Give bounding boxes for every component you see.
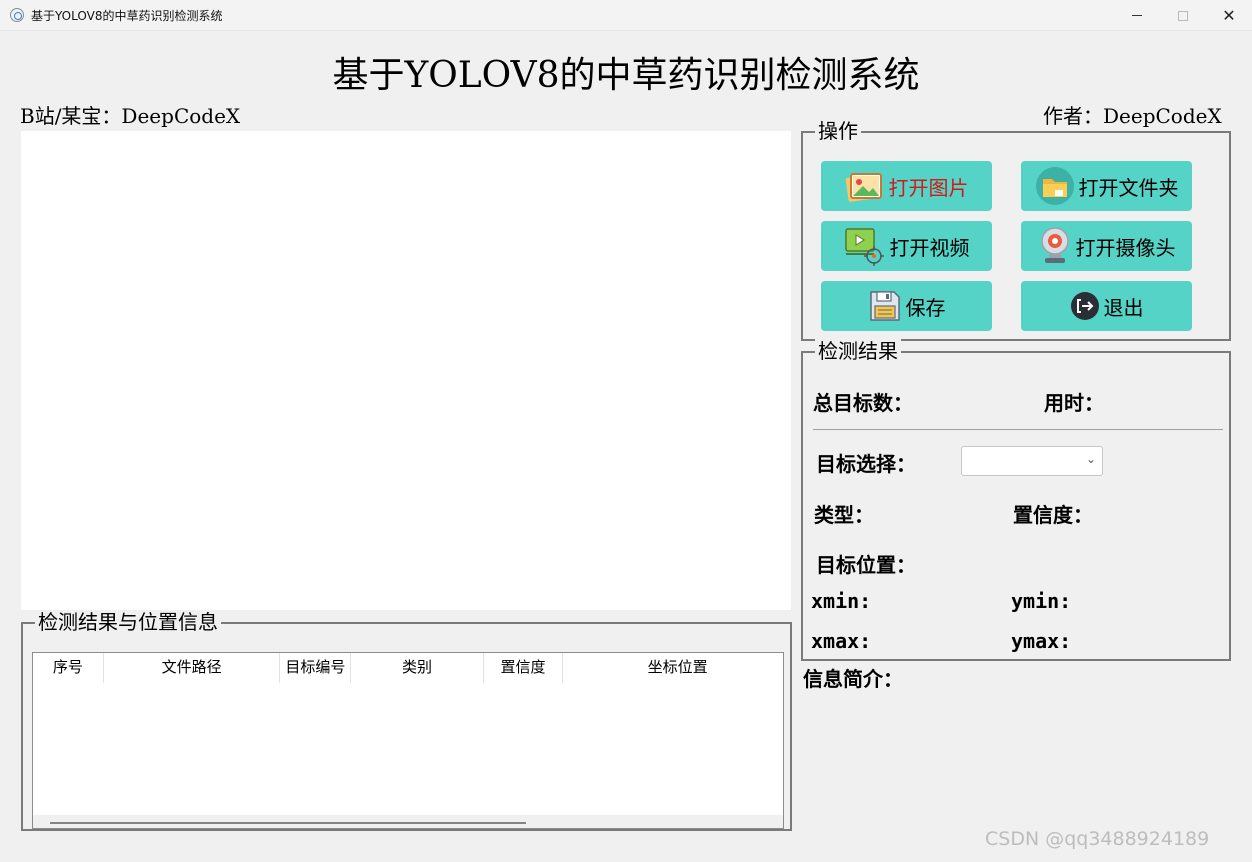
window-titlebar: 基于YOLOV8的中草药识别检测系统 ✕ <box>0 0 1252 31</box>
time-label: 用时： <box>1044 391 1104 415</box>
results-panel-title: 检测结果与位置信息 <box>35 610 221 634</box>
close-icon: ✕ <box>1222 6 1236 25</box>
maximize-icon <box>1178 10 1188 21</box>
author-info: 作者：DeepCodeX <box>1043 104 1222 128</box>
image-display-area <box>21 131 791 610</box>
maximize-button[interactable] <box>1160 0 1206 31</box>
open-video-label: 打开视频 <box>889 235 970 260</box>
save-icon <box>869 291 900 321</box>
save-label: 保存 <box>905 295 946 320</box>
target-select-label: 目标选择： <box>816 452 916 476</box>
ymax-label: ymax: <box>1011 629 1072 653</box>
detection-results-panel: 检测结果 总目标数： 用时： 目标选择： ⌄ 类型： 置信度： 目标位置： xm… <box>801 339 1231 661</box>
position-label: 目标位置： <box>816 553 916 577</box>
column-header-class[interactable]: 类别 <box>351 653 484 683</box>
column-header-index[interactable]: 序号 <box>33 653 104 683</box>
column-header-target-id[interactable]: 目标编号 <box>280 653 352 683</box>
open-video-button[interactable]: 打开视频 <box>821 221 992 271</box>
results-table[interactable]: 序号 文件路径 目标编号 类别 置信度 坐标位置 <box>32 652 784 829</box>
exit-icon <box>1070 292 1099 320</box>
camera-icon <box>1040 227 1069 263</box>
total-targets-label: 总目标数： <box>813 391 913 415</box>
results-position-panel: 检测结果与位置信息 序号 文件路径 目标编号 类别 置信度 坐标位置 <box>21 610 792 831</box>
horizontal-scrollbar[interactable] <box>33 815 783 828</box>
app-icon <box>10 8 24 22</box>
video-icon <box>844 228 884 266</box>
operations-panel-title: 操作 <box>815 119 861 143</box>
open-image-button[interactable]: 打开图片 <box>821 161 992 211</box>
exit-button[interactable]: 退出 <box>1021 281 1192 331</box>
minimize-button[interactable] <box>1114 0 1160 31</box>
xmin-label: xmin: <box>811 589 872 613</box>
type-label: 类型： <box>814 503 874 527</box>
info-summary-label: 信息简介： <box>803 667 903 691</box>
image-icon <box>845 173 882 202</box>
save-button[interactable]: 保存 <box>821 281 992 331</box>
operations-panel: 操作 打开图片 打开文件夹 打开视频 打开摄像头 保存 退出 <box>801 119 1231 341</box>
watermark: CSDN @qq3488924189 <box>985 828 1210 850</box>
target-select-dropdown[interactable]: ⌄ <box>961 446 1103 476</box>
page-title: 基于YOLOV8的中草药识别检测系统 <box>332 55 920 96</box>
close-button[interactable]: ✕ <box>1206 0 1252 31</box>
confidence-label: 置信度： <box>1013 503 1093 527</box>
chevron-down-icon: ⌄ <box>1085 452 1096 466</box>
xmax-label: xmax: <box>811 629 872 653</box>
open-camera-button[interactable]: 打开摄像头 <box>1021 221 1192 271</box>
open-folder-label: 打开文件夹 <box>1078 175 1179 200</box>
column-header-file-path[interactable]: 文件路径 <box>104 653 281 683</box>
divider <box>813 429 1223 430</box>
minimize-icon <box>1132 15 1142 16</box>
exit-label: 退出 <box>1103 295 1144 320</box>
table-header: 序号 文件路径 目标编号 类别 置信度 坐标位置 <box>33 653 783 683</box>
channel-info: B站/某宝：DeepCodeX <box>20 104 241 128</box>
open-image-label: 打开图片 <box>888 175 969 200</box>
window-title: 基于YOLOV8的中草药识别检测系统 <box>31 9 223 23</box>
column-header-coordinates[interactable]: 坐标位置 <box>563 653 783 683</box>
open-camera-label: 打开摄像头 <box>1075 235 1176 260</box>
column-header-confidence[interactable]: 置信度 <box>484 653 564 683</box>
ymin-label: ymin: <box>1011 589 1072 613</box>
detection-panel-title: 检测结果 <box>815 339 901 363</box>
folder-icon <box>1035 167 1074 205</box>
open-folder-button[interactable]: 打开文件夹 <box>1021 161 1192 211</box>
scrollbar-thumb[interactable] <box>50 822 526 824</box>
